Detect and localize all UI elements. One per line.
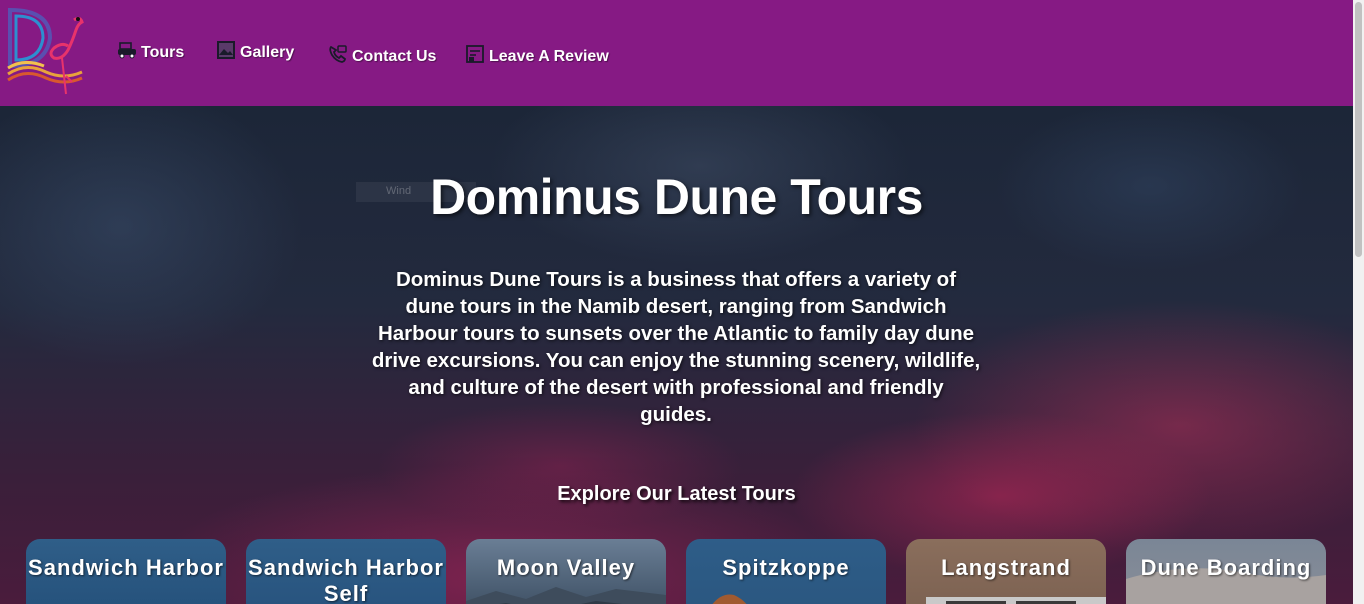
nav-tours[interactable]: Tours [117,40,184,65]
tour-card-spitzkoppe[interactable]: Spitzkoppe [686,539,886,604]
tour-card-title: Dune Boarding [1140,555,1312,580]
tour-card-moon-valley[interactable]: Moon Valley [466,539,666,604]
nav-gallery-label: Gallery [240,43,295,61]
page-scrollbar[interactable] [1353,0,1364,604]
flamingo-logo[interactable] [6,6,86,98]
page-title: Dominus Dune Tours [430,169,923,225]
car-icon [117,40,137,65]
tour-card-title: Spitzkoppe [722,555,850,580]
nav-gallery[interactable]: Gallery [216,40,294,65]
hero-section: Wind Dominus Dune Tours Dominus Dune Tou… [0,106,1353,604]
image-icon [216,40,236,65]
navbar: Tours Gallery Contact Us Leave A Review [0,0,1353,106]
tour-card-sandwich-harbor-self[interactable]: Sandwich Harbor Self [246,539,446,604]
tour-card-title: Sandwich Harbor Self [248,555,444,604]
review-icon [465,44,485,69]
tour-card-title: Sandwich Harbor [28,555,224,580]
phone-chat-icon [328,44,348,69]
tours-heading: Explore Our Latest Tours [557,483,796,505]
hero-description: Dominus Dune Tours is a business that of… [371,268,981,426]
tour-card-dune-boarding[interactable]: Dune Boarding [1126,539,1326,604]
tour-card-sandwich-harbor[interactable]: Sandwich Harbor [26,539,226,604]
nav-review-label: Leave A Review [489,47,609,65]
scrollbar-thumb[interactable] [1355,2,1362,257]
nav-contact-us[interactable]: Contact Us [328,44,436,69]
nav-leave-review[interactable]: Leave A Review [465,44,609,69]
nav-tours-label: Tours [141,43,185,61]
tour-card-langstrand[interactable]: Langstrand [906,539,1106,604]
nav-contact-label: Contact Us [352,47,437,65]
tour-card-title: Moon Valley [496,555,636,580]
tour-card-title: Langstrand [941,555,1071,580]
